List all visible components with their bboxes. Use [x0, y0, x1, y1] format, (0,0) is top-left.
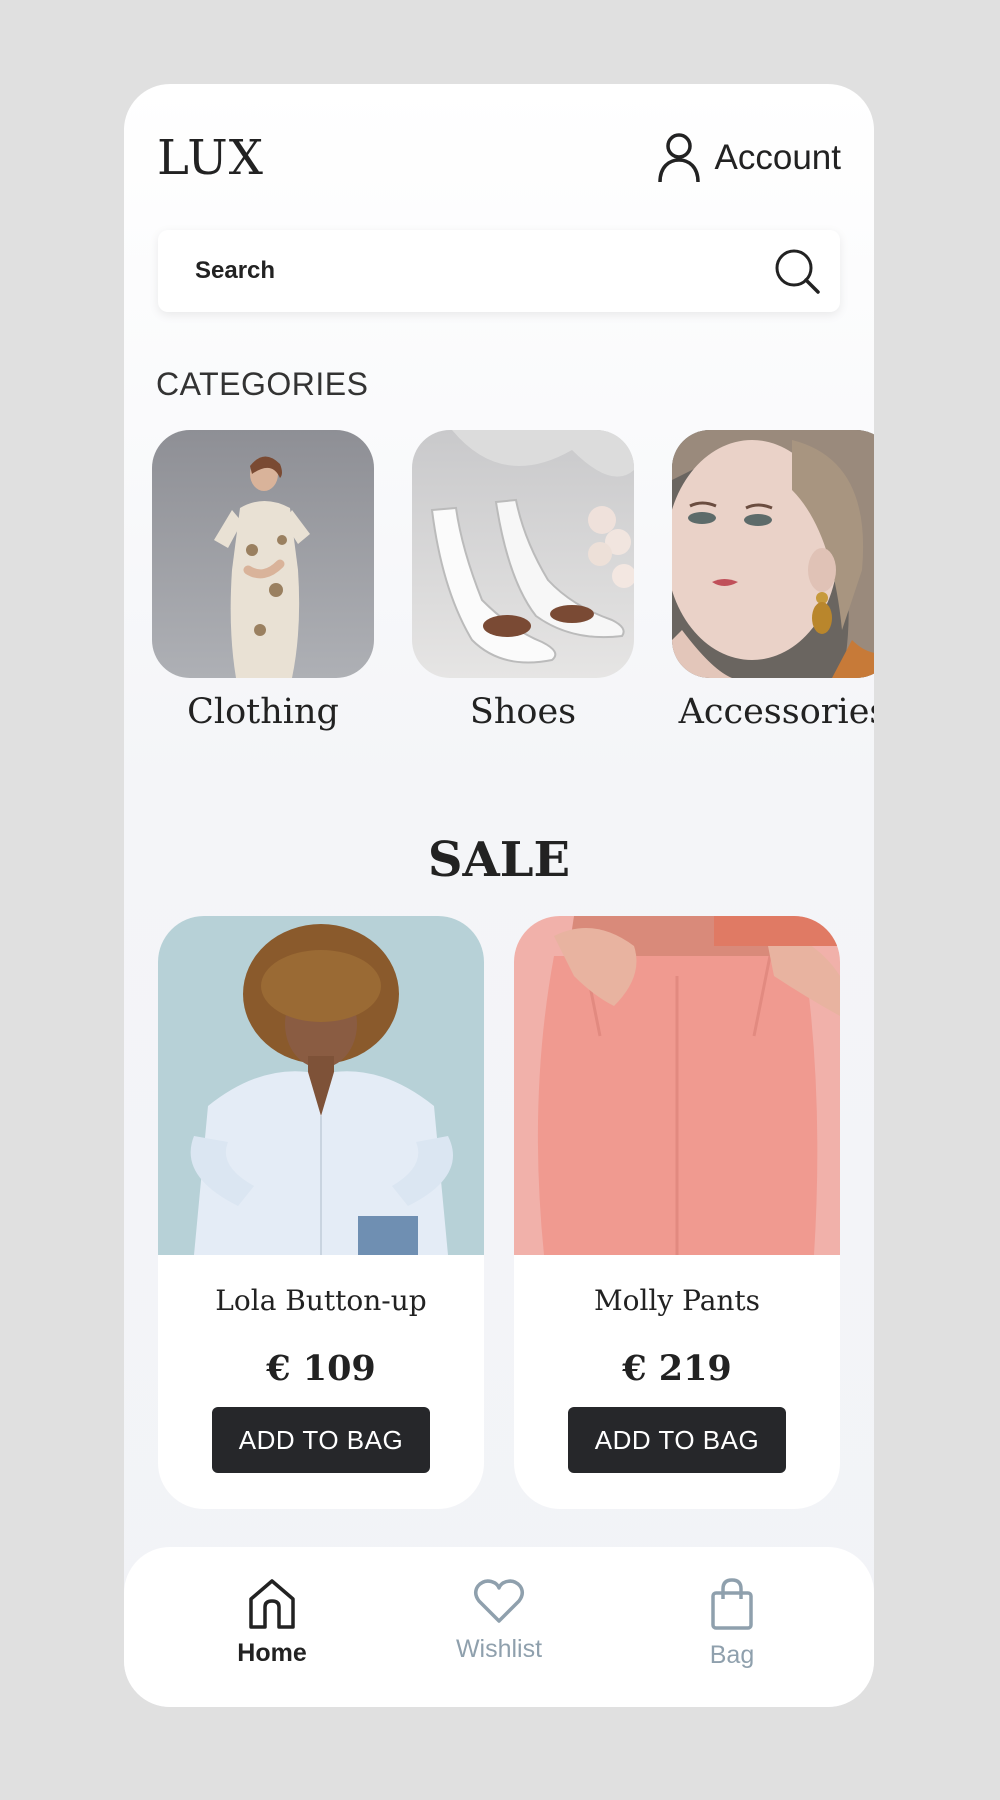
category-shoes-image — [412, 430, 634, 678]
product-price: € 219 — [622, 1348, 732, 1389]
account-label: Account — [714, 138, 841, 177]
category-clothing-image — [152, 430, 374, 678]
category-clothing[interactable]: Clothing — [152, 430, 374, 732]
nav-label: Bag — [709, 1641, 755, 1669]
product-image[interactable] — [158, 916, 484, 1255]
category-shoes[interactable]: Shoes — [412, 430, 634, 732]
sale-heading: SALE — [427, 832, 571, 888]
heart-icon — [474, 1579, 524, 1623]
add-to-bag-button[interactable]: ADD TO BAG — [568, 1407, 786, 1473]
app-screen: LUX Account CATEGORIES — [124, 84, 874, 1707]
home-icon — [249, 1579, 295, 1629]
search-icon[interactable] — [774, 248, 822, 296]
category-accessories-image — [672, 430, 874, 678]
nav-label: Wishlist — [455, 1635, 543, 1663]
product-image[interactable] — [514, 916, 840, 1255]
bottom-navigation: Home Wishlist Bag — [124, 1547, 874, 1707]
add-to-bag-button[interactable]: ADD TO BAG — [212, 1407, 430, 1473]
product-card: Molly Pants € 219 ADD TO BAG — [514, 916, 840, 1509]
search-input[interactable] — [158, 230, 758, 312]
category-label: Accessories — [678, 692, 874, 732]
product-card: Lola Button-up € 109 ADD TO BAG — [158, 916, 484, 1509]
nav-item-home[interactable]: Home — [192, 1577, 352, 1668]
bag-icon — [711, 1578, 753, 1630]
user-icon — [657, 133, 700, 183]
product-price: € 109 — [266, 1348, 376, 1389]
search-bar — [158, 230, 840, 312]
header: LUX Account — [157, 124, 841, 194]
logo: LUX — [157, 130, 264, 186]
nav-item-wishlist[interactable]: Wishlist — [419, 1577, 579, 1664]
category-label: Clothing — [187, 692, 339, 732]
categories-heading: CATEGORIES — [156, 366, 369, 402]
nav-item-bag[interactable]: Bag — [652, 1577, 812, 1670]
nav-label: Home — [237, 1639, 307, 1667]
account-button[interactable]: Account — [657, 132, 841, 184]
product-name: Lola Button-up — [215, 1284, 427, 1317]
category-accessories[interactable]: Accessories — [672, 430, 874, 732]
category-label: Shoes — [469, 692, 577, 732]
product-name: Molly Pants — [593, 1284, 761, 1317]
